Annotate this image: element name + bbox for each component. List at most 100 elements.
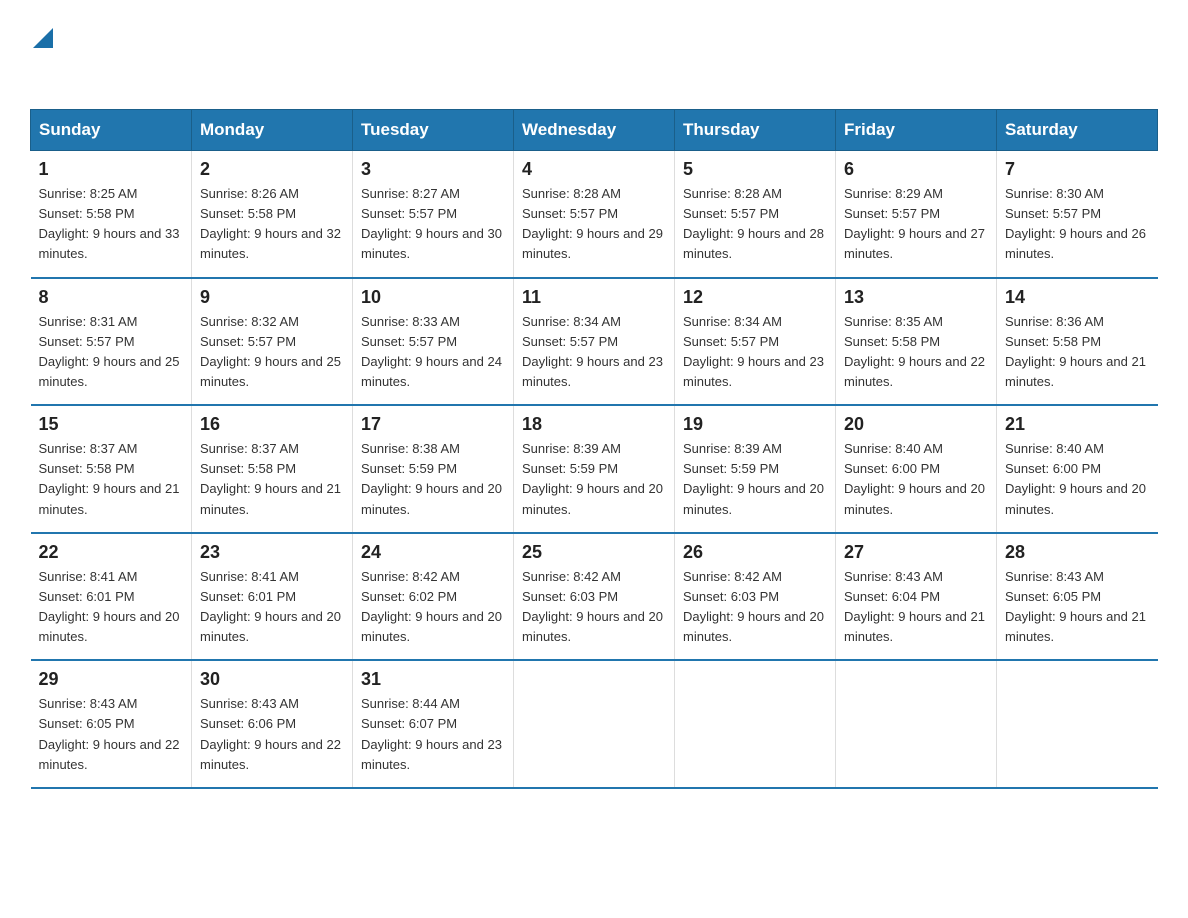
day-number: 10 [361, 287, 505, 308]
day-info: Sunrise: 8:34 AMSunset: 5:57 PMDaylight:… [522, 314, 663, 389]
day-info: Sunrise: 8:26 AMSunset: 5:58 PMDaylight:… [200, 186, 341, 261]
calendar-cell: 14 Sunrise: 8:36 AMSunset: 5:58 PMDaylig… [997, 278, 1158, 406]
day-number: 3 [361, 159, 505, 180]
day-number: 12 [683, 287, 827, 308]
calendar-cell: 25 Sunrise: 8:42 AMSunset: 6:03 PMDaylig… [514, 533, 675, 661]
calendar-cell: 20 Sunrise: 8:40 AMSunset: 6:00 PMDaylig… [836, 405, 997, 533]
day-info: Sunrise: 8:43 AMSunset: 6:05 PMDaylight:… [1005, 569, 1146, 644]
calendar-cell: 12 Sunrise: 8:34 AMSunset: 5:57 PMDaylig… [675, 278, 836, 406]
day-info: Sunrise: 8:43 AMSunset: 6:06 PMDaylight:… [200, 696, 341, 771]
day-number: 1 [39, 159, 184, 180]
calendar-cell: 21 Sunrise: 8:40 AMSunset: 6:00 PMDaylig… [997, 405, 1158, 533]
calendar-header: Sunday Monday Tuesday Wednesday Thursday… [31, 110, 1158, 151]
day-number: 24 [361, 542, 505, 563]
col-saturday: Saturday [997, 110, 1158, 151]
day-info: Sunrise: 8:32 AMSunset: 5:57 PMDaylight:… [200, 314, 341, 389]
day-info: Sunrise: 8:39 AMSunset: 5:59 PMDaylight:… [522, 441, 663, 516]
calendar-cell: 9 Sunrise: 8:32 AMSunset: 5:57 PMDayligh… [192, 278, 353, 406]
day-number: 11 [522, 287, 666, 308]
day-number: 16 [200, 414, 344, 435]
calendar-cell [514, 660, 675, 788]
calendar-week-row: 15 Sunrise: 8:37 AMSunset: 5:58 PMDaylig… [31, 405, 1158, 533]
day-info: Sunrise: 8:37 AMSunset: 5:58 PMDaylight:… [200, 441, 341, 516]
day-number: 22 [39, 542, 184, 563]
calendar-week-row: 1 Sunrise: 8:25 AMSunset: 5:58 PMDayligh… [31, 151, 1158, 278]
day-number: 17 [361, 414, 505, 435]
day-info: Sunrise: 8:34 AMSunset: 5:57 PMDaylight:… [683, 314, 824, 389]
calendar-cell: 6 Sunrise: 8:29 AMSunset: 5:57 PMDayligh… [836, 151, 997, 278]
day-info: Sunrise: 8:41 AMSunset: 6:01 PMDaylight:… [200, 569, 341, 644]
day-info: Sunrise: 8:31 AMSunset: 5:57 PMDaylight:… [39, 314, 180, 389]
day-number: 25 [522, 542, 666, 563]
day-number: 4 [522, 159, 666, 180]
day-info: Sunrise: 8:43 AMSunset: 6:05 PMDaylight:… [39, 696, 180, 771]
col-thursday: Thursday [675, 110, 836, 151]
day-info: Sunrise: 8:33 AMSunset: 5:57 PMDaylight:… [361, 314, 502, 389]
day-number: 19 [683, 414, 827, 435]
day-info: Sunrise: 8:39 AMSunset: 5:59 PMDaylight:… [683, 441, 824, 516]
day-number: 21 [1005, 414, 1150, 435]
calendar-cell: 4 Sunrise: 8:28 AMSunset: 5:57 PMDayligh… [514, 151, 675, 278]
calendar-body: 1 Sunrise: 8:25 AMSunset: 5:58 PMDayligh… [31, 151, 1158, 788]
day-info: Sunrise: 8:41 AMSunset: 6:01 PMDaylight:… [39, 569, 180, 644]
calendar-cell: 28 Sunrise: 8:43 AMSunset: 6:05 PMDaylig… [997, 533, 1158, 661]
col-tuesday: Tuesday [353, 110, 514, 151]
calendar-cell: 22 Sunrise: 8:41 AMSunset: 6:01 PMDaylig… [31, 533, 192, 661]
calendar-cell: 3 Sunrise: 8:27 AMSunset: 5:57 PMDayligh… [353, 151, 514, 278]
calendar-cell: 7 Sunrise: 8:30 AMSunset: 5:57 PMDayligh… [997, 151, 1158, 278]
calendar-cell: 23 Sunrise: 8:41 AMSunset: 6:01 PMDaylig… [192, 533, 353, 661]
day-number: 8 [39, 287, 184, 308]
day-info: Sunrise: 8:25 AMSunset: 5:58 PMDaylight:… [39, 186, 180, 261]
calendar-table: Sunday Monday Tuesday Wednesday Thursday… [30, 109, 1158, 789]
calendar-cell: 10 Sunrise: 8:33 AMSunset: 5:57 PMDaylig… [353, 278, 514, 406]
day-info: Sunrise: 8:42 AMSunset: 6:02 PMDaylight:… [361, 569, 502, 644]
calendar-cell: 11 Sunrise: 8:34 AMSunset: 5:57 PMDaylig… [514, 278, 675, 406]
calendar-cell: 8 Sunrise: 8:31 AMSunset: 5:57 PMDayligh… [31, 278, 192, 406]
col-sunday: Sunday [31, 110, 192, 151]
day-info: Sunrise: 8:36 AMSunset: 5:58 PMDaylight:… [1005, 314, 1146, 389]
day-number: 5 [683, 159, 827, 180]
calendar-cell: 13 Sunrise: 8:35 AMSunset: 5:58 PMDaylig… [836, 278, 997, 406]
day-info: Sunrise: 8:28 AMSunset: 5:57 PMDaylight:… [683, 186, 824, 261]
calendar-cell: 1 Sunrise: 8:25 AMSunset: 5:58 PMDayligh… [31, 151, 192, 278]
day-number: 28 [1005, 542, 1150, 563]
calendar-week-row: 8 Sunrise: 8:31 AMSunset: 5:57 PMDayligh… [31, 278, 1158, 406]
calendar-cell: 2 Sunrise: 8:26 AMSunset: 5:58 PMDayligh… [192, 151, 353, 278]
day-info: Sunrise: 8:44 AMSunset: 6:07 PMDaylight:… [361, 696, 502, 771]
day-info: Sunrise: 8:29 AMSunset: 5:57 PMDaylight:… [844, 186, 985, 261]
day-info: Sunrise: 8:37 AMSunset: 5:58 PMDaylight:… [39, 441, 180, 516]
day-number: 6 [844, 159, 988, 180]
col-friday: Friday [836, 110, 997, 151]
day-info: Sunrise: 8:40 AMSunset: 6:00 PMDaylight:… [1005, 441, 1146, 516]
day-number: 20 [844, 414, 988, 435]
day-number: 31 [361, 669, 505, 690]
page-header [30, 20, 1158, 89]
day-info: Sunrise: 8:27 AMSunset: 5:57 PMDaylight:… [361, 186, 502, 261]
header-row: Sunday Monday Tuesday Wednesday Thursday… [31, 110, 1158, 151]
day-number: 9 [200, 287, 344, 308]
day-info: Sunrise: 8:40 AMSunset: 6:00 PMDaylight:… [844, 441, 985, 516]
calendar-cell: 31 Sunrise: 8:44 AMSunset: 6:07 PMDaylig… [353, 660, 514, 788]
day-info: Sunrise: 8:28 AMSunset: 5:57 PMDaylight:… [522, 186, 663, 261]
day-number: 27 [844, 542, 988, 563]
day-info: Sunrise: 8:35 AMSunset: 5:58 PMDaylight:… [844, 314, 985, 389]
calendar-cell: 18 Sunrise: 8:39 AMSunset: 5:59 PMDaylig… [514, 405, 675, 533]
calendar-cell: 24 Sunrise: 8:42 AMSunset: 6:02 PMDaylig… [353, 533, 514, 661]
day-number: 13 [844, 287, 988, 308]
day-number: 23 [200, 542, 344, 563]
col-wednesday: Wednesday [514, 110, 675, 151]
day-number: 26 [683, 542, 827, 563]
day-number: 7 [1005, 159, 1150, 180]
day-info: Sunrise: 8:30 AMSunset: 5:57 PMDaylight:… [1005, 186, 1146, 261]
calendar-cell: 5 Sunrise: 8:28 AMSunset: 5:57 PMDayligh… [675, 151, 836, 278]
calendar-cell: 27 Sunrise: 8:43 AMSunset: 6:04 PMDaylig… [836, 533, 997, 661]
calendar-week-row: 29 Sunrise: 8:43 AMSunset: 6:05 PMDaylig… [31, 660, 1158, 788]
calendar-cell: 17 Sunrise: 8:38 AMSunset: 5:59 PMDaylig… [353, 405, 514, 533]
calendar-cell: 30 Sunrise: 8:43 AMSunset: 6:06 PMDaylig… [192, 660, 353, 788]
calendar-cell: 15 Sunrise: 8:37 AMSunset: 5:58 PMDaylig… [31, 405, 192, 533]
day-number: 29 [39, 669, 184, 690]
logo-arrow-icon [33, 28, 53, 53]
day-number: 14 [1005, 287, 1150, 308]
day-number: 15 [39, 414, 184, 435]
day-info: Sunrise: 8:42 AMSunset: 6:03 PMDaylight:… [522, 569, 663, 644]
